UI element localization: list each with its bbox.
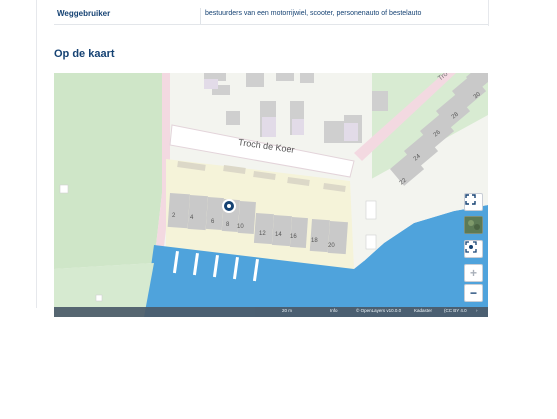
info-label-weggebruiker: Weggebruiker	[57, 9, 111, 18]
map-canvas[interactable]	[54, 73, 488, 317]
house-number: 10	[237, 224, 244, 230]
content-border-right	[488, 0, 489, 26]
zoom-in-button[interactable]: +	[464, 264, 483, 282]
info-value-weggebruiker: bestuurders van een motorrijwiel, scoote…	[205, 10, 422, 17]
attribution-collapse-button[interactable]: ›	[476, 308, 478, 313]
house-number: 2	[172, 213, 176, 219]
layer-switch-button[interactable]	[464, 216, 483, 234]
attribution-info-link[interactable]: Info	[330, 308, 338, 313]
cell-divider	[200, 8, 201, 24]
house-number: 14	[275, 232, 282, 238]
info-table-row: Weggebruiker bestuurders van een motorri…	[54, 8, 488, 25]
park-area	[54, 73, 162, 269]
house-number: 4	[190, 215, 194, 221]
house-number: 6	[211, 219, 215, 225]
zoom-out-button[interactable]: −	[464, 284, 483, 302]
location-marker-dot	[227, 204, 231, 208]
license-credit[interactable]: (CC BY 4.0	[444, 308, 467, 313]
locate-button[interactable]	[464, 240, 483, 258]
content-border-left	[36, 0, 37, 308]
fullscreen-button[interactable]	[464, 193, 483, 211]
house-number: 16	[290, 234, 297, 240]
section-title-op-de-kaart: Op de kaart	[54, 48, 115, 60]
house-number: 12	[259, 231, 266, 237]
location-marker-icon[interactable]	[222, 199, 236, 213]
house-number: 18	[311, 238, 318, 244]
aerial-layer-icon	[465, 217, 482, 233]
house-number: 20	[328, 243, 335, 249]
fullscreen-icon	[465, 194, 476, 205]
openlayers-credit[interactable]: © OpenLayers v10.0.0	[356, 308, 401, 313]
map-attribution-bar: 20 m Info © OpenLayers v10.0.0 Kadaster …	[54, 307, 488, 317]
locate-icon	[465, 241, 477, 253]
kadaster-credit[interactable]: Kadaster	[414, 308, 432, 313]
scale-label: 20 m	[282, 308, 293, 313]
house-number: 8	[226, 222, 230, 228]
map-viewport[interactable]: Troch de Koer Tro 2 4 6 8 10 12 14 16 18…	[54, 73, 488, 317]
